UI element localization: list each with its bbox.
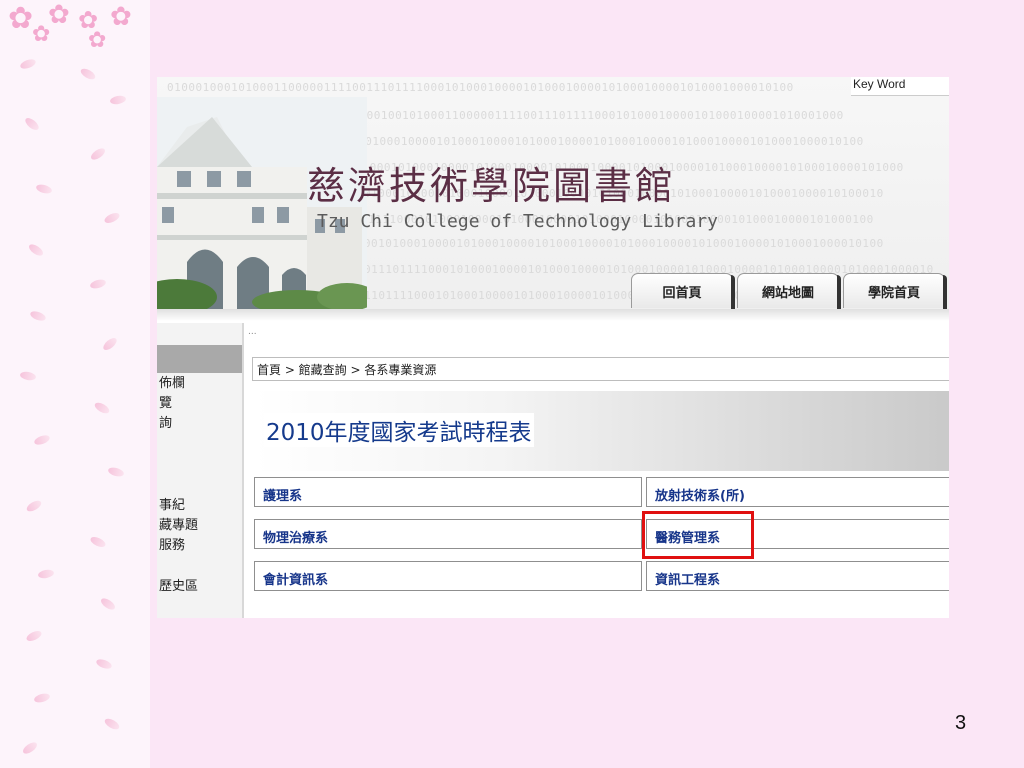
library-title-english: Tzu Chi College of Technology Library xyxy=(317,211,718,232)
flower-icon: ✿ xyxy=(32,22,51,47)
title-band: 2010年度國家考試時程表 xyxy=(254,391,949,471)
tab-home-label: 回首頁 xyxy=(662,285,702,301)
library-title-chinese: 慈濟技術學院圖書館 xyxy=(307,164,677,208)
left-sidebar: 佈欄 覽 詢 事紀 藏專題 服務 歷史區 xyxy=(157,323,244,618)
slide-number: 3 xyxy=(955,712,967,734)
flower-icon: ✿ xyxy=(110,2,132,32)
table-cell: 物理治療系 xyxy=(254,519,642,549)
tab-sitemap[interactable]: 網站地圖 xyxy=(737,273,839,308)
department-link-nursing[interactable]: 護理系 xyxy=(263,485,302,504)
table-cell: 護理系 xyxy=(254,477,642,507)
page-title: 2010年度國家考試時程表 xyxy=(264,413,534,447)
tab-sitemap-label: 網站地圖 xyxy=(761,285,814,301)
dots-marker: ... xyxy=(248,327,257,337)
tab-home[interactable]: 回首頁 xyxy=(631,273,733,308)
binary-background-line: 0001111001110111100010100010000101000100… xyxy=(307,263,934,276)
breadcrumb-bar: 首頁 > 館藏查詢 > 各系專業資源 xyxy=(252,357,949,381)
sidebar-item[interactable]: 覽 xyxy=(159,396,172,412)
department-link-radiologic-technology[interactable]: 放射技術系(所) xyxy=(655,485,745,504)
flower-icon: ✿ xyxy=(48,0,70,30)
decorative-petal-strip: ✿ ✿ ✿ ✿ ✿ ✿ xyxy=(0,0,150,768)
library-website-screenshot: 0100010001010001100000111100111011110001… xyxy=(157,77,949,618)
table-cell: 會計資訊系 xyxy=(254,561,642,591)
sidebar-item[interactable]: 詢 xyxy=(159,416,172,432)
sidebar-item[interactable]: 藏專題 xyxy=(159,518,198,534)
department-link-physical-therapy[interactable]: 物理治療系 xyxy=(263,527,328,546)
department-link-information-engineering[interactable]: 資訊工程系 xyxy=(655,569,720,588)
flower-icon: ✿ xyxy=(8,1,34,36)
sidebar-item[interactable]: 事紀 xyxy=(159,498,185,514)
sidebar-header xyxy=(157,345,242,373)
tab-college-home-label: 學院首頁 xyxy=(867,285,920,301)
binary-background-line: 0100010001010001100000111100111011110001… xyxy=(167,81,794,94)
main-content: ... 首頁 > 館藏查詢 > 各系專業資源 2010年度國家考試時程表 護理系… xyxy=(244,323,949,618)
site-banner: 0100010001010001100000111100111011110001… xyxy=(157,77,949,309)
breadcrumb: 首頁 > 館藏查詢 > 各系專業資源 xyxy=(257,363,437,377)
flower-icon: ✿ xyxy=(88,28,107,53)
department-link-accounting-information[interactable]: 會計資訊系 xyxy=(263,569,328,588)
highlight-box xyxy=(642,511,754,559)
table-cell: 放射技術系(所) xyxy=(646,477,949,507)
sidebar-item[interactable]: 佈欄 xyxy=(159,376,185,392)
sidebar-item[interactable]: 服務 xyxy=(159,538,185,554)
table-cell: 資訊工程系 xyxy=(646,561,949,591)
banner-divider xyxy=(157,309,949,321)
tab-college-home[interactable]: 學院首頁 xyxy=(843,273,945,308)
sidebar-item[interactable]: 歷史區 xyxy=(159,579,198,595)
keyword-search-input[interactable]: Key Word xyxy=(851,77,949,96)
